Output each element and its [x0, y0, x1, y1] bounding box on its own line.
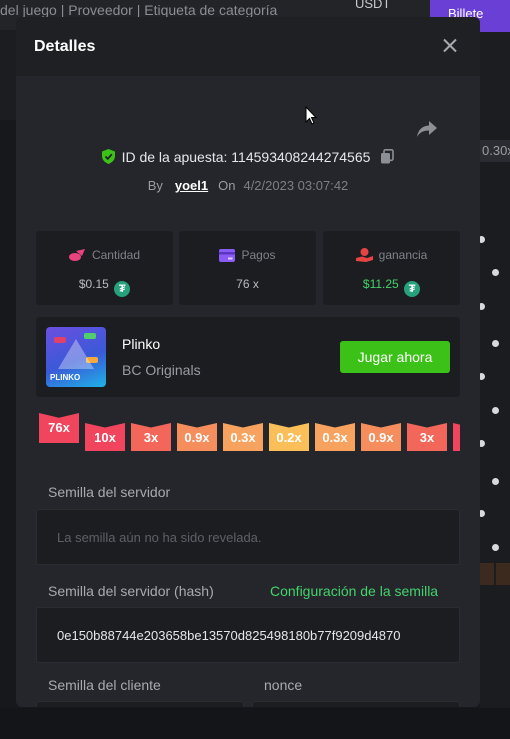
server-seed-field[interactable]: La semilla aún no ha sido revelada.	[36, 509, 460, 565]
multiplier-chip: 0.9x	[177, 423, 217, 451]
mouse-pointer-icon	[305, 106, 317, 125]
stat-payout: Pagos 76 x	[179, 231, 316, 305]
background-chip: 0.30x	[480, 140, 510, 162]
game-card: PLINKO Plinko BC Originals Jugar ahora	[36, 317, 460, 397]
background-breadcrumb: del juego | Proveedor | Etiqueta de cate…	[0, 2, 278, 18]
multiplier-chip: 0.9x	[361, 423, 401, 451]
bet-date: 4/2/2023 03:07:42	[243, 178, 349, 193]
game-thumbnail[interactable]: PLINKO	[46, 327, 106, 387]
multiplier-chip: 0.2x	[269, 423, 309, 451]
currency-label: USDT	[355, 0, 391, 11]
background-footer	[0, 708, 510, 739]
verified-shield-icon	[101, 149, 115, 164]
stat-profit-label: ganancia	[378, 248, 428, 262]
username-link[interactable]: yoel1	[175, 178, 208, 193]
stat-payout-label: Pagos	[241, 248, 276, 262]
seed-config-link[interactable]: Configuración de la semilla	[270, 583, 438, 599]
server-hash-field[interactable]: 0e150b88744e203658be13570d825498180b77f9…	[36, 607, 460, 663]
multiplier-chip: 0.3x	[223, 423, 263, 451]
plinko-board-background	[480, 120, 510, 739]
multiplier-chip: 0.3x	[315, 423, 355, 451]
client-seed-label: Semilla del cliente	[48, 677, 161, 693]
bet-id-row: ID de la apuesta: 114593408244274565	[16, 149, 480, 169]
background-slot	[480, 563, 494, 585]
on-label: On	[218, 178, 236, 193]
by-label: By	[147, 178, 163, 193]
modal-header: Detalles	[16, 17, 480, 76]
stat-payout-value: 76 x	[236, 277, 259, 291]
stat-profit: ganancia $11.25 ₮	[323, 231, 460, 305]
server-seed-label: Semilla del servidor	[48, 484, 171, 500]
multiplier-chip: 10x	[453, 423, 460, 451]
tether-icon: ₮	[114, 281, 131, 297]
stat-amount-value: $0.15	[78, 277, 109, 291]
copy-icon[interactable]	[380, 149, 395, 164]
peg	[492, 544, 499, 551]
multiplier-row: 76x10x3x0.9x0.3x0.2x0.3x0.9x3x10x	[39, 413, 460, 453]
modal-title: Detalles	[34, 38, 96, 55]
peg	[492, 478, 499, 485]
coins-icon	[68, 249, 85, 261]
nonce-field[interactable]	[252, 701, 460, 707]
play-now-button[interactable]: Jugar ahora	[340, 341, 450, 373]
tether-icon: ₮	[404, 281, 421, 297]
server-seed-placeholder: La semilla aún no ha sido revelada.	[57, 530, 262, 545]
client-seed-field[interactable]	[36, 701, 244, 707]
close-icon[interactable]	[440, 36, 460, 56]
stat-profit-value: $11.25	[362, 277, 399, 291]
multiplier-chip: 3x	[131, 423, 171, 451]
nonce-label: nonce	[264, 677, 303, 693]
background-slot	[496, 563, 510, 585]
background-chip-text: 0.30x	[482, 143, 510, 158]
card-icon	[219, 249, 236, 262]
game-provider: BC Originals	[122, 362, 201, 378]
bet-author-row: By yoel1 On 4/2/2023 03:07:42	[16, 178, 480, 193]
share-icon[interactable]	[416, 119, 438, 139]
multiplier-chip: 3x	[407, 423, 447, 451]
bet-details-modal: Detalles ID de la apuesta: 1145934082442…	[16, 17, 480, 707]
peg	[492, 269, 499, 276]
stat-amount-label: Cantidad	[91, 248, 141, 262]
game-name: Plinko	[122, 336, 161, 352]
multiplier-chip-selected: 76x	[39, 413, 79, 443]
bet-id: ID de la apuesta: 114593408244274565	[121, 149, 371, 165]
server-hash-value: 0e150b88744e203658be13570d825498180b77f9…	[57, 628, 401, 643]
peg	[492, 407, 499, 414]
game-thumbnail-label: PLINKO	[50, 373, 81, 382]
server-hash-label: Semilla del servidor (hash)	[48, 583, 214, 599]
peg	[492, 340, 499, 347]
stat-amount: Cantidad $0.15 ₮	[36, 231, 173, 305]
hand-coin-icon	[355, 248, 373, 262]
multiplier-chip: 10x	[85, 423, 125, 451]
